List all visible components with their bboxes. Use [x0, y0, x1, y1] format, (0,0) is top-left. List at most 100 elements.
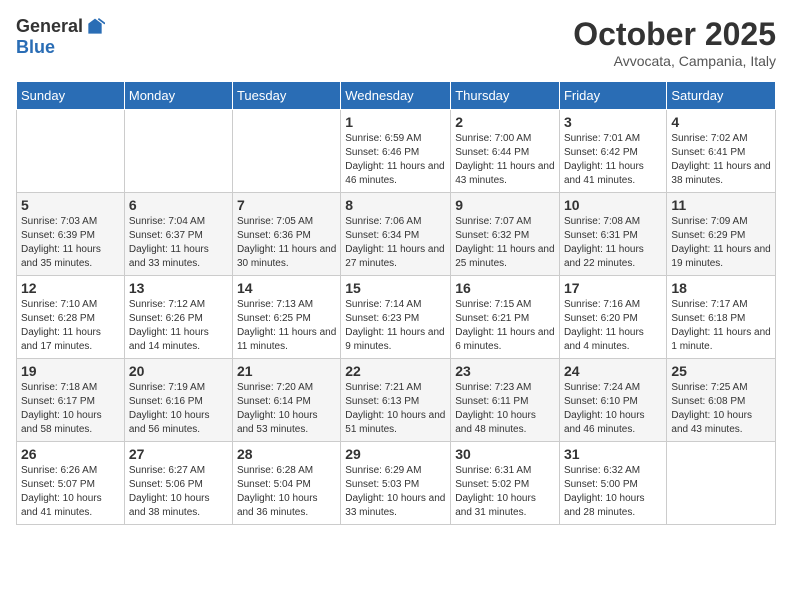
day-number: 15	[345, 280, 446, 296]
day-number: 1	[345, 114, 446, 130]
day-info: Sunrise: 7:01 AM Sunset: 6:42 PM Dayligh…	[564, 132, 662, 188]
day-number: 14	[237, 280, 336, 296]
page-header: General Blue October 2025 Avvocata, Camp…	[16, 16, 776, 69]
calendar-week-row: 26Sunrise: 6:26 AM Sunset: 5:07 PM Dayli…	[17, 442, 776, 525]
table-row	[17, 110, 125, 193]
day-number: 24	[564, 363, 662, 379]
header-tuesday: Tuesday	[232, 82, 340, 110]
month-title: October 2025	[573, 16, 776, 53]
table-row: 14 Sunrise: 7:13 AM Sunset: 6:25 PM Dayli…	[232, 276, 340, 359]
day-info: Sunrise: 7:09 AM Sunset: 6:29 PM Dayligh…	[671, 215, 771, 271]
calendar-header-row: Sunday Monday Tuesday Wednesday Thursday…	[17, 82, 776, 110]
logo: General Blue	[16, 16, 105, 58]
table-row: 25 Sunrise: 7:25 AM Sunset: 6:08 PM Dayli…	[667, 359, 776, 442]
day-info: Sunrise: 7:19 AM Sunset: 6:16 PM Dayligh…	[129, 381, 228, 437]
table-row: 27Sunrise: 6:27 AM Sunset: 5:06 PM Dayli…	[124, 442, 232, 525]
day-number: 19	[21, 363, 120, 379]
day-info: Sunrise: 7:04 AM Sunset: 6:37 PM Dayligh…	[129, 215, 228, 271]
day-info: Sunrise: 6:31 AM Sunset: 5:02 PM Dayligh…	[455, 464, 555, 520]
title-section: October 2025 Avvocata, Campania, Italy	[573, 16, 776, 69]
table-row: 30Sunrise: 6:31 AM Sunset: 5:02 PM Dayli…	[451, 442, 560, 525]
table-row: 29 Sunrise: 6:29 AM Sunset: 5:03 PM Dayli…	[341, 442, 451, 525]
day-number: 11	[671, 197, 771, 213]
table-row: 15 Sunrise: 7:14 AM Sunset: 6:23 PM Dayli…	[341, 276, 451, 359]
day-number: 4	[671, 114, 771, 130]
table-row: 19 Sunrise: 7:18 AM Sunset: 6:17 PM Dayli…	[17, 359, 125, 442]
day-number: 8	[345, 197, 446, 213]
day-info: Sunrise: 7:14 AM Sunset: 6:23 PM Dayligh…	[345, 298, 446, 354]
day-info: Sunrise: 7:07 AM Sunset: 6:32 PM Dayligh…	[455, 215, 555, 271]
table-row: 20Sunrise: 7:19 AM Sunset: 6:16 PM Dayli…	[124, 359, 232, 442]
day-number: 18	[671, 280, 771, 296]
day-number: 5	[21, 197, 120, 213]
table-row: 2Sunrise: 7:00 AM Sunset: 6:44 PM Daylig…	[451, 110, 560, 193]
logo-icon	[85, 17, 105, 37]
table-row: 1 Sunrise: 6:59 AM Sunset: 6:46 PM Daylig…	[341, 110, 451, 193]
day-number: 21	[237, 363, 336, 379]
calendar-week-row: 1 Sunrise: 6:59 AM Sunset: 6:46 PM Daylig…	[17, 110, 776, 193]
day-number: 13	[129, 280, 228, 296]
day-number: 10	[564, 197, 662, 213]
table-row	[124, 110, 232, 193]
day-info: Sunrise: 6:29 AM Sunset: 5:03 PM Dayligh…	[345, 464, 446, 520]
table-row: 5 Sunrise: 7:03 AM Sunset: 6:39 PM Daylig…	[17, 193, 125, 276]
day-info: Sunrise: 6:28 AM Sunset: 5:04 PM Dayligh…	[237, 464, 336, 520]
header-thursday: Thursday	[451, 82, 560, 110]
day-number: 29	[345, 446, 446, 462]
day-number: 9	[455, 197, 555, 213]
logo-blue-text: Blue	[16, 37, 55, 58]
day-info: Sunrise: 7:02 AM Sunset: 6:41 PM Dayligh…	[671, 132, 771, 188]
header-sunday: Sunday	[17, 82, 125, 110]
table-row: 31Sunrise: 6:32 AM Sunset: 5:00 PM Dayli…	[559, 442, 666, 525]
day-info: Sunrise: 7:16 AM Sunset: 6:20 PM Dayligh…	[564, 298, 662, 354]
table-row: 13 Sunrise: 7:12 AM Sunset: 6:26 PM Dayli…	[124, 276, 232, 359]
day-info: Sunrise: 7:18 AM Sunset: 6:17 PM Dayligh…	[21, 381, 120, 437]
day-number: 23	[455, 363, 555, 379]
table-row: 26Sunrise: 6:26 AM Sunset: 5:07 PM Dayli…	[17, 442, 125, 525]
day-number: 2	[455, 114, 555, 130]
table-row	[667, 442, 776, 525]
calendar-week-row: 19 Sunrise: 7:18 AM Sunset: 6:17 PM Dayli…	[17, 359, 776, 442]
table-row: 7 Sunrise: 7:05 AM Sunset: 6:36 PM Daylig…	[232, 193, 340, 276]
day-info: Sunrise: 7:03 AM Sunset: 6:39 PM Dayligh…	[21, 215, 120, 271]
day-info: Sunrise: 7:15 AM Sunset: 6:21 PM Dayligh…	[455, 298, 555, 354]
header-monday: Monday	[124, 82, 232, 110]
day-number: 6	[129, 197, 228, 213]
table-row: 24Sunrise: 7:24 AM Sunset: 6:10 PM Dayli…	[559, 359, 666, 442]
day-number: 16	[455, 280, 555, 296]
day-number: 22	[345, 363, 446, 379]
calendar-week-row: 5 Sunrise: 7:03 AM Sunset: 6:39 PM Daylig…	[17, 193, 776, 276]
table-row	[232, 110, 340, 193]
day-info: Sunrise: 7:12 AM Sunset: 6:26 PM Dayligh…	[129, 298, 228, 354]
day-info: Sunrise: 7:05 AM Sunset: 6:36 PM Dayligh…	[237, 215, 336, 271]
day-info: Sunrise: 7:20 AM Sunset: 6:14 PM Dayligh…	[237, 381, 336, 437]
day-info: Sunrise: 7:08 AM Sunset: 6:31 PM Dayligh…	[564, 215, 662, 271]
calendar-table: Sunday Monday Tuesday Wednesday Thursday…	[16, 81, 776, 525]
table-row: 22 Sunrise: 7:21 AM Sunset: 6:13 PM Dayli…	[341, 359, 451, 442]
table-row: 18Sunrise: 7:17 AM Sunset: 6:18 PM Dayli…	[667, 276, 776, 359]
table-row: 10 Sunrise: 7:08 AM Sunset: 6:31 PM Dayli…	[559, 193, 666, 276]
day-info: Sunrise: 7:10 AM Sunset: 6:28 PM Dayligh…	[21, 298, 120, 354]
table-row: 16 Sunrise: 7:15 AM Sunset: 6:21 PM Dayli…	[451, 276, 560, 359]
day-number: 17	[564, 280, 662, 296]
day-info: Sunrise: 6:59 AM Sunset: 6:46 PM Dayligh…	[345, 132, 446, 188]
logo-general-text: General	[16, 16, 83, 37]
day-number: 7	[237, 197, 336, 213]
day-info: Sunrise: 7:21 AM Sunset: 6:13 PM Dayligh…	[345, 381, 446, 437]
location-subtitle: Avvocata, Campania, Italy	[573, 53, 776, 69]
day-number: 25	[671, 363, 771, 379]
table-row: 9 Sunrise: 7:07 AM Sunset: 6:32 PM Daylig…	[451, 193, 560, 276]
table-row: 17 Sunrise: 7:16 AM Sunset: 6:20 PM Dayli…	[559, 276, 666, 359]
day-number: 31	[564, 446, 662, 462]
day-info: Sunrise: 7:25 AM Sunset: 6:08 PM Dayligh…	[671, 381, 771, 437]
day-number: 12	[21, 280, 120, 296]
header-saturday: Saturday	[667, 82, 776, 110]
table-row: 8 Sunrise: 7:06 AM Sunset: 6:34 PM Daylig…	[341, 193, 451, 276]
day-info: Sunrise: 6:26 AM Sunset: 5:07 PM Dayligh…	[21, 464, 120, 520]
table-row: 23Sunrise: 7:23 AM Sunset: 6:11 PM Dayli…	[451, 359, 560, 442]
table-row: 28Sunrise: 6:28 AM Sunset: 5:04 PM Dayli…	[232, 442, 340, 525]
calendar-week-row: 12 Sunrise: 7:10 AM Sunset: 6:28 PM Dayli…	[17, 276, 776, 359]
day-info: Sunrise: 7:06 AM Sunset: 6:34 PM Dayligh…	[345, 215, 446, 271]
day-info: Sunrise: 7:13 AM Sunset: 6:25 PM Dayligh…	[237, 298, 336, 354]
table-row: 21 Sunrise: 7:20 AM Sunset: 6:14 PM Dayli…	[232, 359, 340, 442]
